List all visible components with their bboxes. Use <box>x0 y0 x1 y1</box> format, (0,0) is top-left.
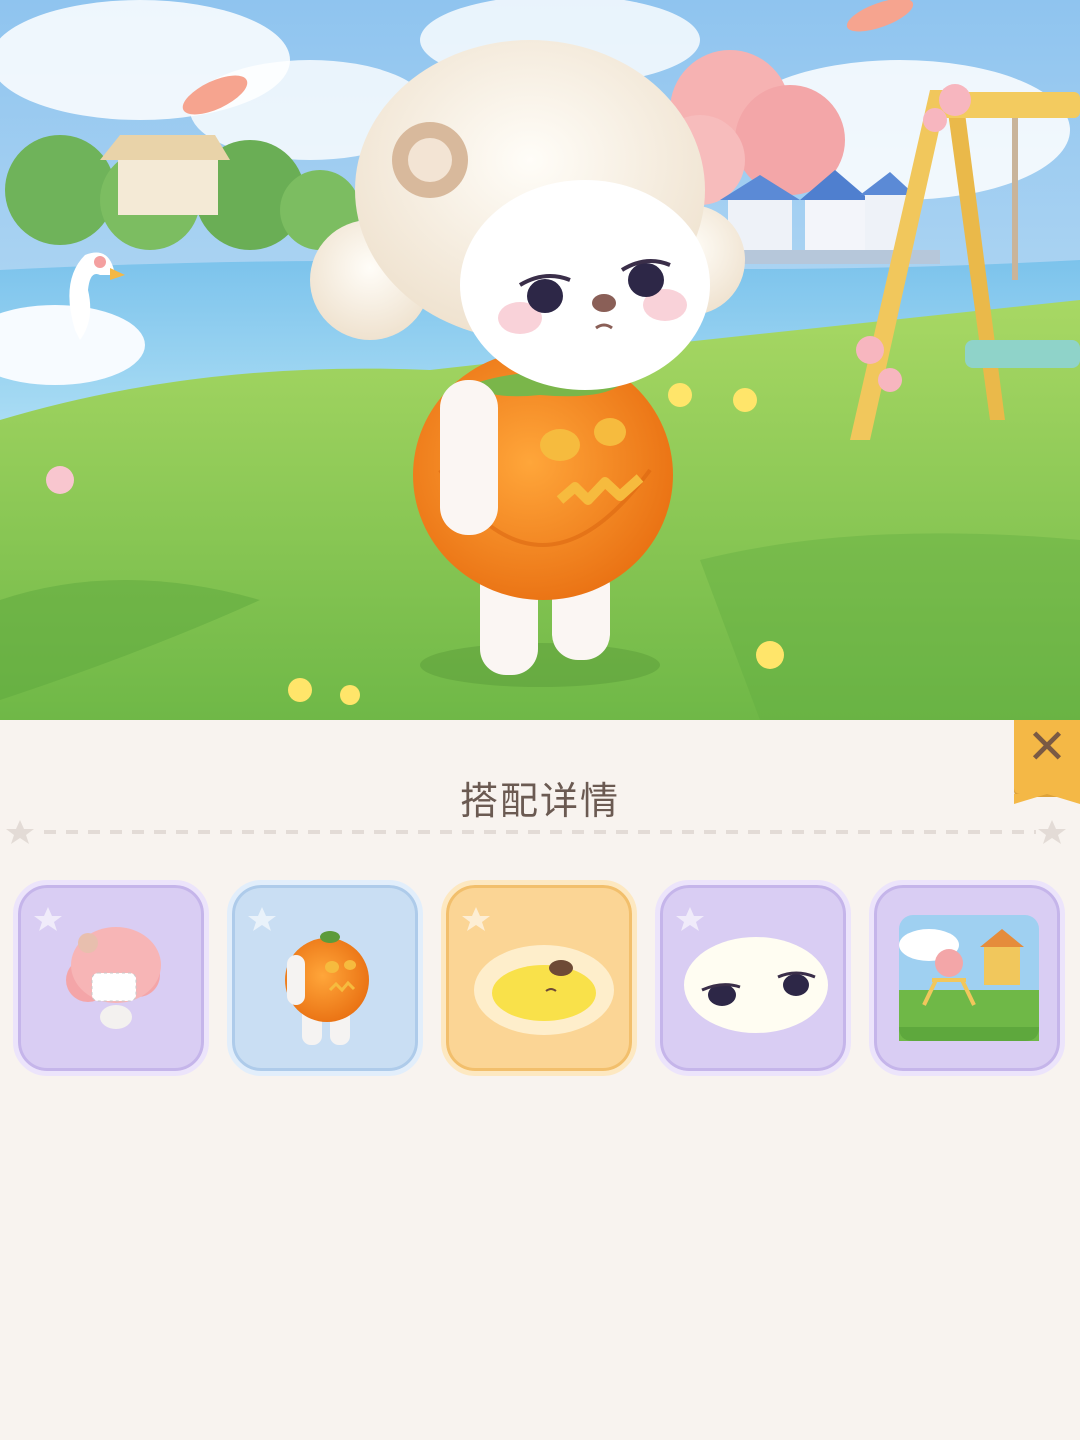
item-slot-eyes[interactable] <box>655 880 851 1076</box>
outfit-detail-panel: 搭配详情 ✕ <box>0 720 1080 1440</box>
close-button[interactable]: ✕ <box>1014 720 1080 804</box>
sleepy-eyes-icon <box>676 907 828 1033</box>
item-slot-nose[interactable] <box>441 880 637 1076</box>
playground-scene-icon <box>899 915 1039 1041</box>
scene-illustration <box>0 0 1080 720</box>
item-slot-background[interactable] <box>869 880 1065 1076</box>
yellow-nose-icon <box>462 907 614 1035</box>
close-icon[interactable]: ✕ <box>1022 722 1072 772</box>
item-slot-outfit[interactable] <box>227 880 423 1076</box>
pink-hair-icon <box>34 907 161 1029</box>
pumpkin-outfit-icon <box>248 907 369 1045</box>
outfit-item-row <box>13 880 1073 1080</box>
item-slot-hair[interactable] <box>13 880 209 1076</box>
star-divider <box>6 820 1066 844</box>
outfit-preview-scene <box>0 0 1080 720</box>
close-tab-notch <box>1014 794 1080 804</box>
